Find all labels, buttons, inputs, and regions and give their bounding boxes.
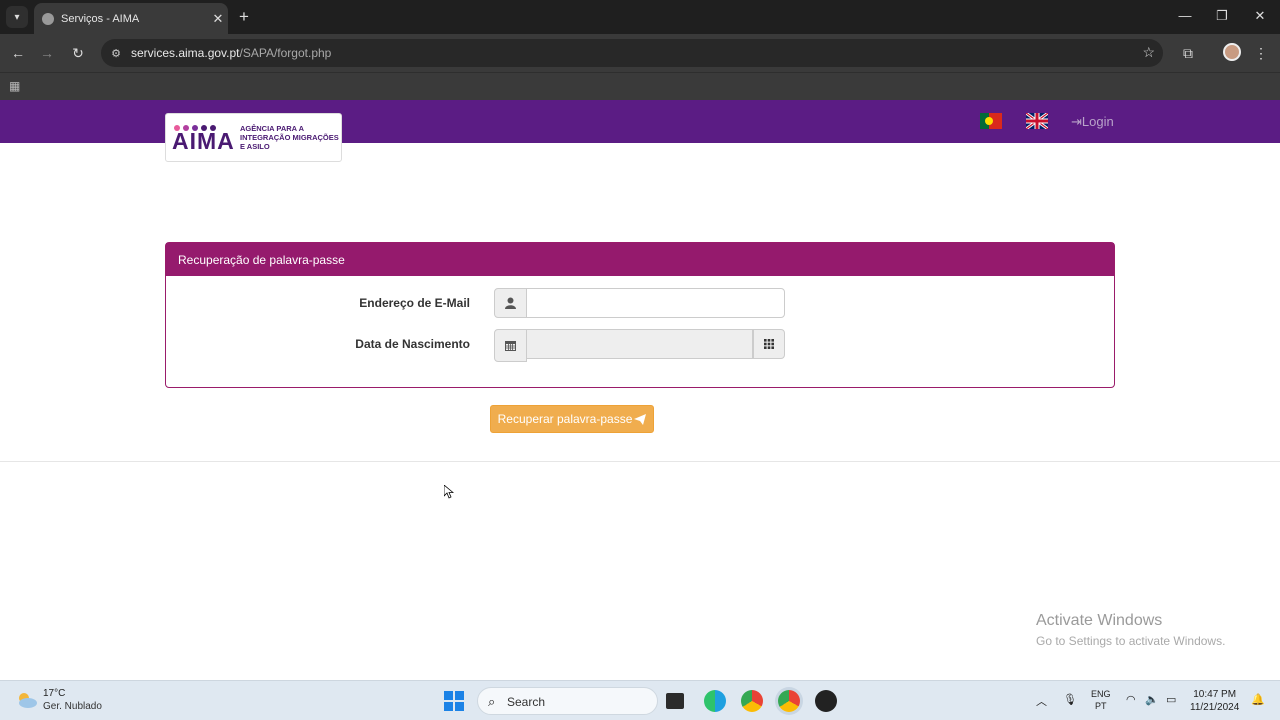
login-label: Login bbox=[1081, 114, 1114, 129]
activate-windows-subtitle: Go to Settings to activate Windows. bbox=[1036, 634, 1226, 648]
mouse-cursor-icon bbox=[444, 485, 454, 499]
weather-description: Ger. Nublado bbox=[43, 701, 102, 712]
clock[interactable]: 10:47 PM 11/21/2024 bbox=[1190, 688, 1239, 714]
microphone-icon[interactable]: 🎙 bbox=[1063, 693, 1077, 706]
calendar-icon bbox=[494, 329, 527, 362]
close-tab-icon[interactable]: ✕ bbox=[208, 11, 228, 27]
restore-button[interactable]: ❐ bbox=[1212, 8, 1232, 24]
profile-avatar[interactable] bbox=[1223, 43, 1241, 61]
weather-cloud-icon[interactable] bbox=[16, 690, 38, 710]
send-icon bbox=[634, 413, 647, 425]
user-glyph bbox=[505, 297, 516, 309]
portugal-flag-icon[interactable] bbox=[980, 113, 1002, 129]
language-indicator[interactable]: ENG PT bbox=[1091, 688, 1111, 712]
grid-icon bbox=[764, 339, 774, 349]
login-icon: ⇥ bbox=[1071, 114, 1082, 129]
chrome-icon[interactable] bbox=[741, 690, 763, 712]
obs-icon[interactable] bbox=[815, 690, 837, 712]
search-label: Search bbox=[507, 695, 546, 709]
submit-label: Recuperar palavra-passe bbox=[497, 412, 633, 426]
datepicker-grid-button[interactable] bbox=[753, 329, 785, 359]
tab-list-button[interactable]: ▾ bbox=[6, 6, 28, 28]
back-button[interactable]: ← bbox=[9, 44, 27, 62]
battery-icon[interactable]: ▭ bbox=[1166, 693, 1176, 706]
globe-icon bbox=[42, 12, 54, 25]
url-host: services.aima.gov.pt bbox=[131, 46, 240, 60]
activate-windows-title: Activate Windows bbox=[1036, 612, 1163, 629]
taskbar-search[interactable]: ⌕ Search bbox=[477, 687, 658, 715]
lang-top: ENG bbox=[1091, 689, 1111, 699]
address-bar[interactable]: ⚙ services.aima.gov.pt/SAPA/forgot.php ☆ bbox=[101, 39, 1163, 67]
reload-button[interactable]: ↻ bbox=[69, 44, 87, 62]
bookmark-star-icon[interactable]: ☆ bbox=[1142, 44, 1155, 61]
browser-toolbar: ← → ↻ ⚙ services.aima.gov.pt/SAPA/forgot… bbox=[0, 34, 1280, 72]
calendar-glyph bbox=[505, 341, 516, 351]
dob-label: Data de Nascimento bbox=[355, 337, 470, 351]
url-text[interactable]: services.aima.gov.pt/SAPA/forgot.php bbox=[131, 46, 331, 60]
chrome-profile-icon[interactable] bbox=[778, 690, 800, 712]
menu-kebab-icon[interactable]: ⋮ bbox=[1252, 44, 1270, 62]
notification-bell-icon[interactable]: 🔔 bbox=[1251, 693, 1265, 706]
uk-flag-graphic bbox=[1026, 113, 1048, 129]
lang-bottom: PT bbox=[1095, 701, 1107, 711]
new-tab-button[interactable]: + bbox=[234, 6, 254, 28]
bookmarks-bar: ▦ bbox=[0, 72, 1280, 100]
volume-icon[interactable]: 🔈 bbox=[1145, 693, 1159, 706]
uk-flag-icon[interactable] bbox=[1026, 113, 1048, 129]
site-info-icon[interactable]: ⚙ bbox=[109, 46, 123, 60]
email-label: Endereço de E-Mail bbox=[359, 296, 470, 310]
wifi-icon[interactable]: ◠ bbox=[1126, 693, 1136, 706]
recover-password-button[interactable]: Recuperar palavra-passe bbox=[490, 405, 654, 433]
browser-tab-bar: ▾ Serviços - AIMA ✕ + — ❐ ✕ bbox=[0, 0, 1280, 34]
file-explorer-icon[interactable] bbox=[666, 693, 684, 709]
apps-grid-icon[interactable]: ▦ bbox=[9, 79, 20, 93]
minimize-button[interactable]: — bbox=[1175, 8, 1195, 23]
windows-taskbar: 17°C Ger. Nublado ⌕ Search ︿ 🎙 ENG PT ◠ 🔈… bbox=[0, 680, 1280, 720]
weather-temperature: 17°C bbox=[43, 688, 66, 699]
email-field[interactable] bbox=[526, 288, 785, 318]
user-icon bbox=[494, 288, 527, 318]
chevron-up-icon[interactable]: ︿ bbox=[1036, 693, 1047, 709]
tab-title: Serviços - AIMA bbox=[61, 12, 140, 25]
clock-time: 10:47 PM bbox=[1193, 689, 1237, 700]
windows-start-button[interactable] bbox=[444, 691, 464, 711]
browser-tab-active[interactable]: Serviços - AIMA ✕ bbox=[34, 3, 228, 34]
close-window-button[interactable]: ✕ bbox=[1250, 8, 1270, 24]
edge-icon[interactable] bbox=[704, 690, 726, 712]
clock-date: 11/21/2024 bbox=[1190, 702, 1240, 713]
panel-title: Recuperação de palavra-passe bbox=[166, 243, 1114, 276]
url-path: /SAPA/forgot.php bbox=[239, 46, 332, 60]
search-icon: ⌕ bbox=[488, 694, 496, 709]
date-of-birth-field[interactable] bbox=[526, 329, 753, 359]
forward-button[interactable]: → bbox=[38, 44, 56, 62]
login-link[interactable]: ⇥Login bbox=[1071, 114, 1114, 130]
extensions-icon[interactable]: ⧉ bbox=[1179, 44, 1197, 62]
